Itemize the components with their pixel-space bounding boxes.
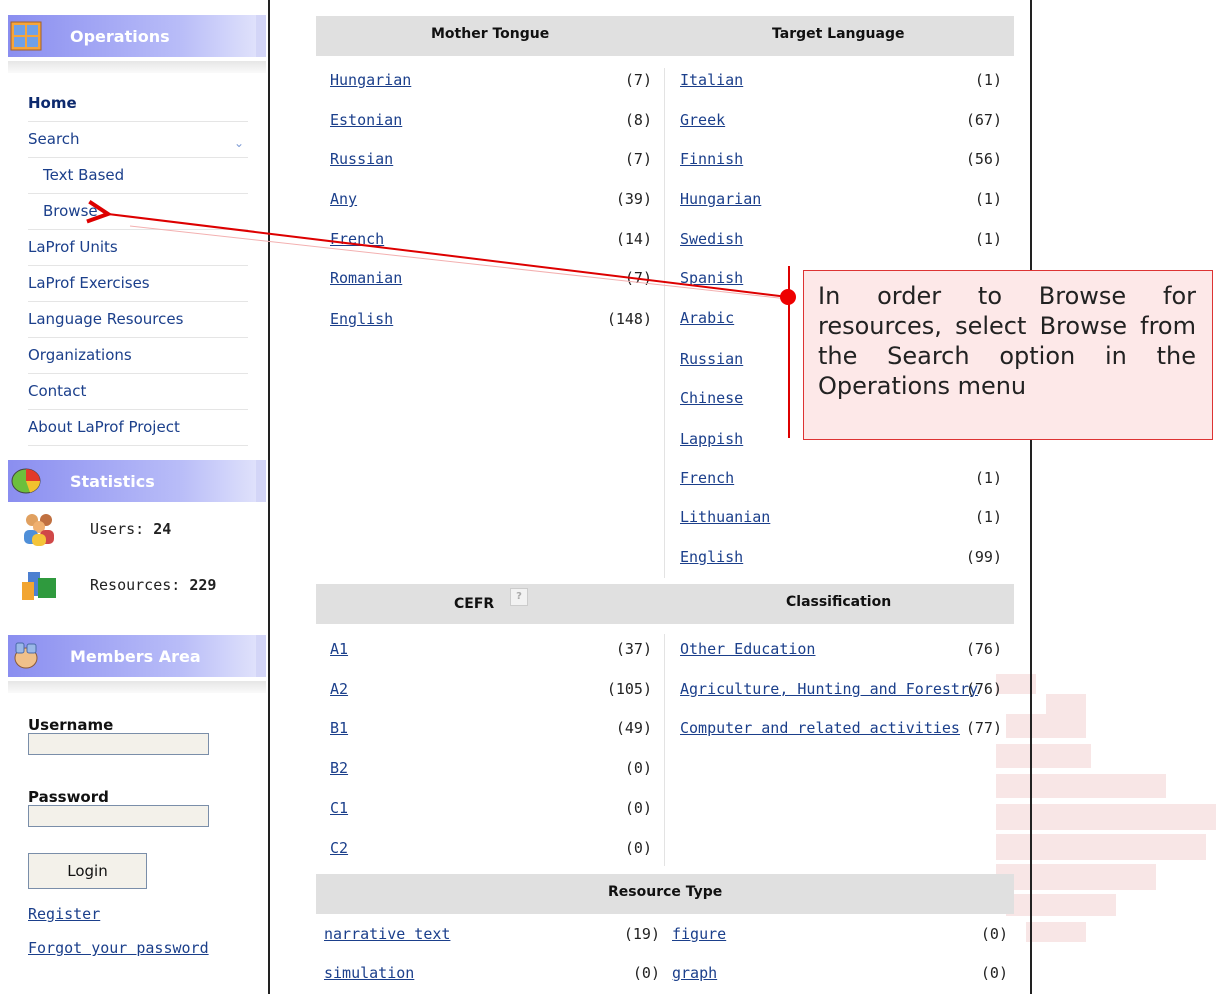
- pointer-arrow: [0, 0, 796, 305]
